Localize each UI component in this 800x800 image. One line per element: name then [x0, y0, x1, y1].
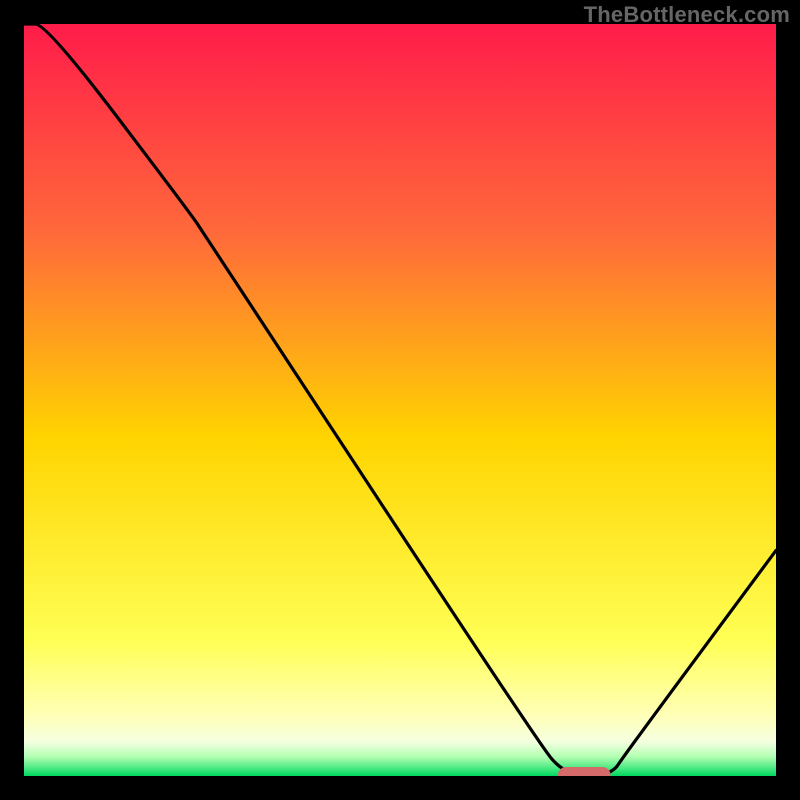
gradient-bg: [24, 24, 776, 776]
watermark: TheBottleneck.com: [584, 2, 790, 28]
chart-frame: TheBottleneck.com: [0, 0, 800, 800]
plot-area: [24, 24, 776, 776]
optimal-marker: [558, 767, 611, 776]
chart-svg: [24, 24, 776, 776]
